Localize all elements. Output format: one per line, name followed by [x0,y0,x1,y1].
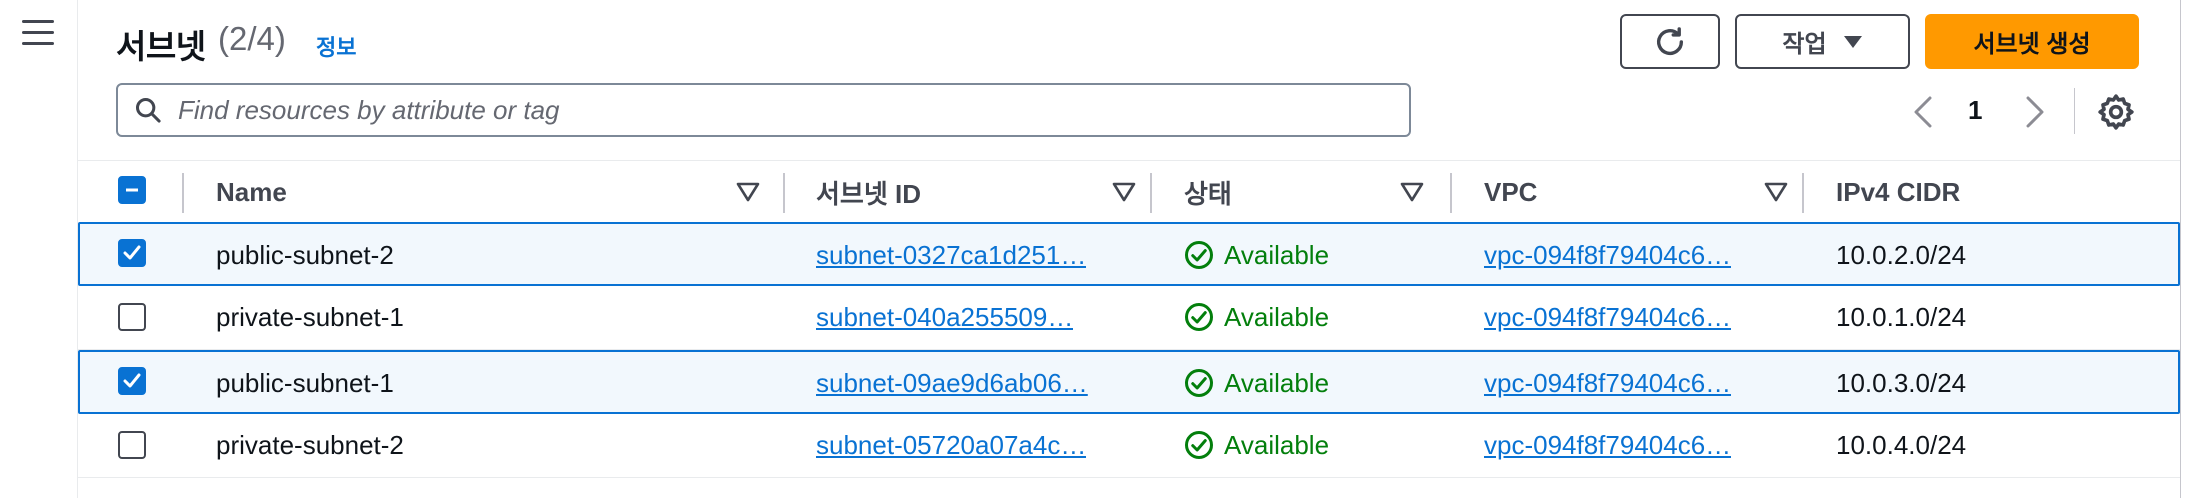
status-text: Available [1224,301,1330,332]
row-checkbox[interactable] [118,303,146,331]
create-subnet-label: 서브넷 생성 [1973,31,2091,58]
column-divider [1150,173,1152,213]
column-divider [1802,173,1804,213]
actions-dropdown-button[interactable]: 작업 [1735,14,1910,69]
actions-label: 작업 [1782,31,1827,58]
refresh-button[interactable] [1620,14,1720,69]
subnet-id-link[interactable]: subnet-0327ca1d251… [816,240,1086,271]
column-header-subnet-id[interactable]: 서브넷 ID [816,161,921,223]
table-row[interactable]: public-subnet-2 subnet-0327ca1d251… Avai… [78,222,2180,286]
info-link[interactable]: 정보 [316,30,356,62]
chevron-left-icon[interactable] [1908,92,1938,132]
vpc-link[interactable]: vpc-094f8f79404c6… [1484,240,1731,271]
status-text: Available [1224,367,1330,398]
column-header-vpc[interactable]: VPC [1484,161,1537,223]
row-checkbox[interactable] [118,367,146,395]
table-row[interactable]: private-subnet-2 subnet-05720a07a4c… Ava… [78,414,2180,478]
ipv4-cidr: 10.0.1.0/24 [1836,301,1967,332]
sort-icon[interactable] [1398,179,1426,205]
table-row[interactable]: private-subnet-1 subnet-040a255509… Avai… [78,286,2180,350]
ipv4-cidr: 10.0.3.0/24 [1836,367,1967,398]
current-page-number[interactable]: 1 [1968,95,1982,126]
status-text: Available [1224,429,1330,460]
subnet-name: public-subnet-2 [216,239,394,270]
refresh-icon [1656,26,1684,55]
ipv4-cidr: 10.0.4.0/24 [1836,429,1967,460]
vpc-link[interactable]: vpc-094f8f79404c6… [1484,368,1731,399]
caret-down-icon [1843,35,1862,48]
sort-icon[interactable] [1110,179,1138,205]
create-subnet-button[interactable]: 서브넷 생성 [1925,14,2139,69]
subnet-name: private-subnet-1 [216,301,404,332]
left-rail [0,0,78,498]
table-row[interactable]: public-subnet-1 subnet-09ae9d6ab06… Avai… [78,350,2180,414]
ipv4-cidr: 10.0.2.0/24 [1836,239,1967,270]
table-header: Name 서브넷 ID 상태 VPC IPv4 CIDR [78,160,2180,222]
subnet-id-link[interactable]: subnet-040a255509… [816,302,1073,333]
subnet-id-link[interactable]: subnet-05720a07a4c… [816,430,1086,461]
status-check-icon [1185,431,1213,459]
column-header-status[interactable]: 상태 [1184,161,1232,223]
column-header-ipv4-cidr[interactable]: IPv4 CIDR [1836,161,1960,223]
subnet-id-link[interactable]: subnet-09ae9d6ab06… [816,368,1088,399]
vpc-link[interactable]: vpc-094f8f79404c6… [1484,430,1731,461]
search-icon [135,97,161,123]
status-check-icon [1185,241,1213,269]
vpc-link[interactable]: vpc-094f8f79404c6… [1484,302,1731,333]
status-check-icon [1185,303,1213,331]
gear-icon[interactable] [2096,92,2136,132]
select-all-checkbox[interactable] [118,176,146,204]
right-edge-panel [2180,0,2192,498]
pagination-divider [2074,88,2075,134]
column-divider [1450,173,1452,213]
status-text: Available [1224,239,1330,270]
selection-count: (2/4) [218,20,286,57]
menu-icon[interactable] [22,20,54,48]
column-divider [783,173,785,213]
sort-icon[interactable] [1762,179,1790,205]
sort-icon[interactable] [734,179,762,205]
column-divider [182,173,184,213]
subnet-name: private-subnet-2 [216,429,404,460]
row-checkbox[interactable] [118,431,146,459]
status-check-icon [1185,369,1213,397]
search-box [116,83,1411,137]
column-header-name[interactable]: Name [216,161,287,223]
search-input[interactable] [178,94,1378,126]
row-checkbox[interactable] [118,239,146,267]
subnets-panel: 서브넷 (2/4) 정보 작업 서브넷 생성 1 Name [78,0,2180,498]
subnet-name: public-subnet-1 [216,367,394,398]
page-title: 서브넷 [116,27,206,66]
chevron-right-icon[interactable] [2020,92,2050,132]
